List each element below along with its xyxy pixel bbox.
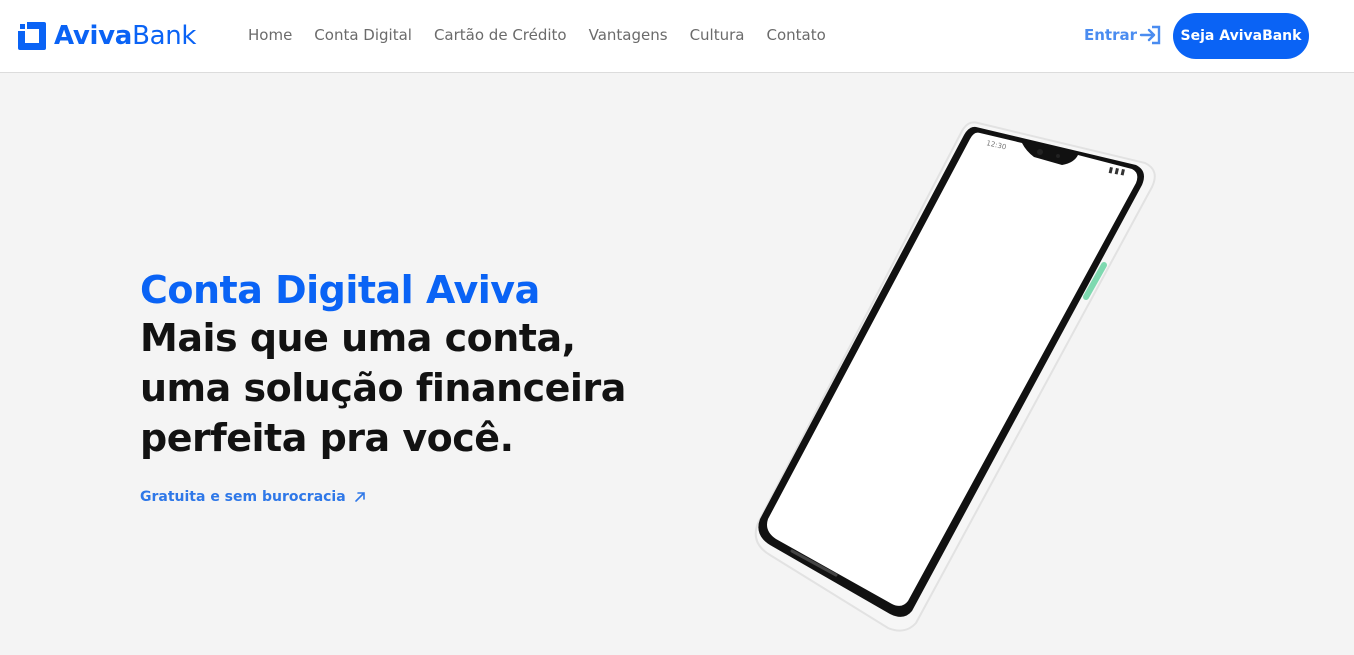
login-link[interactable]: Entrar bbox=[1084, 24, 1163, 46]
login-label: Entrar bbox=[1084, 26, 1138, 44]
hero-section: Conta Digital Aviva Mais que uma conta, … bbox=[0, 73, 1354, 655]
navbar: AvivaBank Home Conta Digital Cartão de C… bbox=[0, 0, 1354, 73]
nav-item-home[interactable]: Home bbox=[248, 26, 292, 44]
hero-link-label: Gratuita e sem burocracia bbox=[140, 489, 346, 505]
phone-mockup: 12:30 bbox=[754, 121, 1156, 632]
hero-kicker: Conta Digital Aviva bbox=[140, 268, 540, 312]
nav-item-cultura[interactable]: Cultura bbox=[690, 26, 745, 44]
arrow-up-right-icon bbox=[354, 492, 365, 502]
square-logo-icon bbox=[18, 22, 46, 50]
nav-item-conta-digital[interactable]: Conta Digital bbox=[314, 26, 412, 44]
sign-in-icon bbox=[1139, 25, 1161, 45]
nav-item-contato[interactable]: Contato bbox=[766, 26, 825, 44]
nav-item-cartao-de-credito[interactable]: Cartão de Crédito bbox=[434, 26, 567, 44]
hero-text: Conta Digital Aviva Mais que uma conta, … bbox=[140, 267, 700, 463]
main-nav: Home Conta Digital Cartão de Crédito Van… bbox=[248, 26, 848, 44]
nav-item-vantagens[interactable]: Vantagens bbox=[589, 26, 668, 44]
brand-logo[interactable]: AvivaBank bbox=[18, 20, 196, 52]
brand-name: AvivaBank bbox=[54, 21, 197, 51]
hero-link[interactable]: Gratuita e sem burocracia bbox=[140, 489, 366, 505]
signup-button[interactable]: Seja AvivaBank bbox=[1173, 13, 1309, 59]
hero-title: Mais que uma conta, uma solução financei… bbox=[140, 316, 626, 460]
